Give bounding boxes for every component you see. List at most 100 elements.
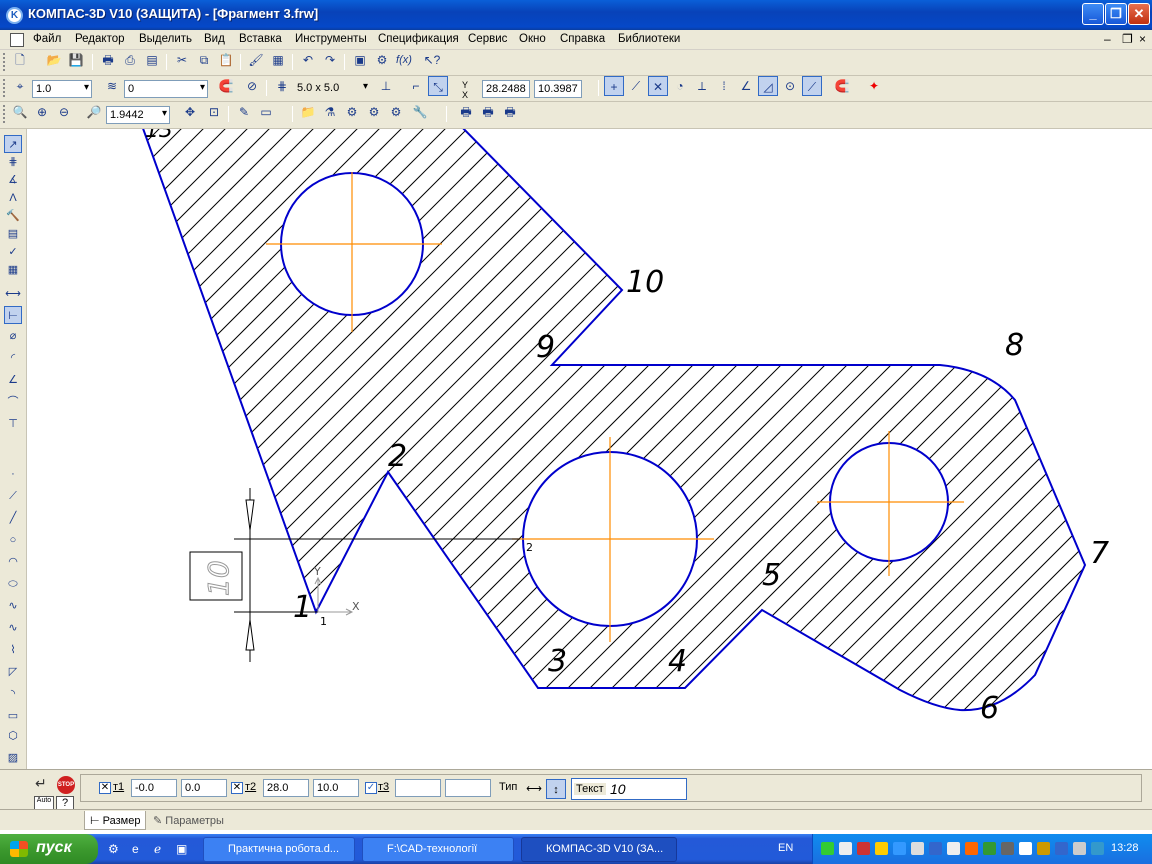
- snap-settings-icon[interactable]: ✦: [864, 76, 884, 96]
- manager-icon[interactable]: ▣: [350, 50, 370, 70]
- snap-angle-icon[interactable]: ∠: [736, 76, 756, 96]
- menu-window[interactable]: Окно: [519, 33, 546, 45]
- tray-network-icon[interactable]: [1091, 842, 1104, 855]
- tray-icon[interactable]: [1001, 842, 1014, 855]
- pan-icon[interactable]: ✥: [180, 102, 200, 122]
- tray-icon[interactable]: [1019, 842, 1032, 855]
- redo-icon[interactable]: ↷: [320, 50, 340, 70]
- menu-tools[interactable]: Инструменты: [295, 33, 367, 45]
- t3-x-field[interactable]: [395, 779, 441, 797]
- maximize-button[interactable]: ❐: [1105, 3, 1127, 25]
- wrench-icon[interactable]: 🔧: [410, 102, 430, 122]
- tray-flag-icon[interactable]: [929, 842, 942, 855]
- zoom-out-icon[interactable]: ⊖: [54, 102, 74, 122]
- polyline-tool-icon[interactable]: ⌇: [4, 641, 22, 659]
- part-outline[interactable]: [140, 129, 1087, 712]
- drawing-canvas[interactable]: 1 2 3 4 5 6 7 8 9 10 13 10 X Y 1 2: [28, 129, 1152, 769]
- t3-y-field[interactable]: [445, 779, 491, 797]
- x-coord-field[interactable]: 28.2488: [482, 80, 530, 98]
- snap-magnet-icon[interactable]: 🧲: [832, 76, 852, 96]
- print-icon[interactable]: 🖶: [98, 50, 118, 70]
- format-brush-icon[interactable]: 🖌: [246, 50, 266, 70]
- snap-tangent-icon[interactable]: ◔: [670, 76, 690, 96]
- new-document-icon[interactable]: 🗋: [10, 50, 30, 70]
- t2-x-field[interactable]: 28.0: [263, 779, 309, 797]
- quicklaunch-icon[interactable]: ⚙: [108, 842, 119, 856]
- toolbar-grip[interactable]: [3, 79, 6, 97]
- ortho-icon[interactable]: ⌐: [406, 76, 426, 96]
- nurbs-tool-icon[interactable]: ∿: [4, 619, 22, 637]
- print-setup-icon[interactable]: 🖶: [500, 102, 520, 122]
- tray-icon[interactable]: [983, 842, 996, 855]
- tray-icon[interactable]: [893, 842, 906, 855]
- cut-icon[interactable]: ✂: [172, 50, 192, 70]
- linear-dim-active-icon[interactable]: ⊢: [4, 306, 22, 324]
- menu-service[interactable]: Сервис: [468, 33, 507, 45]
- snap-center-icon[interactable]: ⊙: [780, 76, 800, 96]
- hatch-tool-icon[interactable]: ▨: [4, 749, 22, 767]
- open-library-icon[interactable]: 📁: [298, 102, 318, 122]
- arc-tool-icon[interactable]: ◠: [4, 553, 22, 571]
- tray-icon[interactable]: [965, 842, 978, 855]
- symbols-panel-icon[interactable]: ∡: [4, 171, 22, 189]
- dimensions-panel-icon[interactable]: ⋕: [4, 153, 22, 171]
- spec-panel-icon[interactable]: ▦: [4, 261, 22, 279]
- tab-size[interactable]: ⊢ Размер: [84, 811, 147, 830]
- layer-select[interactable]: 0: [124, 80, 208, 98]
- toolbar-grip[interactable]: [3, 53, 6, 71]
- tray-icon[interactable]: [1037, 842, 1050, 855]
- grid-step-select[interactable]: 5.0 x 5.0: [294, 80, 370, 98]
- paste-icon[interactable]: 📋: [216, 50, 236, 70]
- tab-params[interactable]: ✎ Параметры: [148, 811, 229, 830]
- ie-icon[interactable]: e: [132, 842, 139, 856]
- zoom-in-icon[interactable]: ⊕: [32, 102, 52, 122]
- t2-y-field[interactable]: 10.0: [313, 779, 359, 797]
- snap-midpoint-icon[interactable]: ⟋: [626, 76, 646, 96]
- aux-line-icon[interactable]: ⟋: [4, 487, 22, 505]
- display-icon[interactable]: ▭: [256, 102, 276, 122]
- document-icon[interactable]: [10, 33, 24, 47]
- magnet-icon[interactable]: 🧲: [216, 76, 236, 96]
- rectangle-tool-icon[interactable]: ▭: [4, 707, 22, 725]
- show-all-icon[interactable]: ⊡: [204, 102, 224, 122]
- snap-icon[interactable]: ⊘: [242, 76, 262, 96]
- kompas-app-icon[interactable]: K: [6, 7, 23, 24]
- grid-icon[interactable]: ⋕: [272, 76, 292, 96]
- library-tool-icon[interactable]: ⚙: [386, 102, 406, 122]
- y-coord-field[interactable]: 10.3987: [534, 80, 582, 98]
- task-word[interactable]: Практична робота.d...: [203, 837, 355, 862]
- zoom-window-icon[interactable]: 🔍: [10, 102, 30, 122]
- edit-panel-icon[interactable]: Ʌ: [4, 189, 22, 207]
- desktop-icon[interactable]: ▣: [176, 842, 187, 856]
- height-mark-icon[interactable]: ⊤: [4, 415, 22, 433]
- stop-icon[interactable]: STOP: [57, 776, 75, 794]
- doc-close-button[interactable]: ×: [1139, 32, 1146, 46]
- menu-select[interactable]: Выделить: [139, 33, 192, 45]
- parametrization-panel-icon[interactable]: 🔨: [4, 207, 22, 225]
- help-pointer-icon[interactable]: ↖?: [422, 50, 442, 70]
- library-add-icon[interactable]: ⚙: [342, 102, 362, 122]
- menu-view[interactable]: Вид: [204, 33, 225, 45]
- enter-icon[interactable]: ↵: [35, 775, 55, 791]
- properties-icon[interactable]: ▦: [268, 50, 288, 70]
- tray-icon[interactable]: [875, 842, 888, 855]
- save-icon[interactable]: 💾: [66, 50, 86, 70]
- library-icon[interactable]: ⚗: [320, 102, 340, 122]
- tray-shield-icon[interactable]: [1055, 842, 1068, 855]
- print-small-icon[interactable]: 🖶: [456, 102, 476, 122]
- local-cs-icon[interactable]: ⊥: [376, 76, 396, 96]
- minimize-button[interactable]: _: [1082, 3, 1104, 25]
- menu-libraries[interactable]: Библиотеки: [618, 33, 680, 45]
- tray-volume-icon[interactable]: [1073, 842, 1086, 855]
- ellipse-tool-icon[interactable]: ⬭: [4, 575, 22, 593]
- snap-intersection-icon[interactable]: ✕: [648, 76, 668, 96]
- dim-type-vertical-icon[interactable]: ↕: [546, 779, 566, 799]
- tray-icon[interactable]: [947, 842, 960, 855]
- zoom-select[interactable]: 1.9442: [106, 106, 170, 124]
- t1-lock-checkbox[interactable]: ✕: [99, 782, 111, 794]
- select-panel-icon[interactable]: ✓: [4, 243, 22, 261]
- t2-lock-checkbox[interactable]: ✕: [231, 782, 243, 794]
- menu-specification[interactable]: Спецификация: [378, 33, 459, 45]
- segment-tool-icon[interactable]: ╱: [4, 509, 22, 527]
- t1-y-field[interactable]: 0.0: [181, 779, 227, 797]
